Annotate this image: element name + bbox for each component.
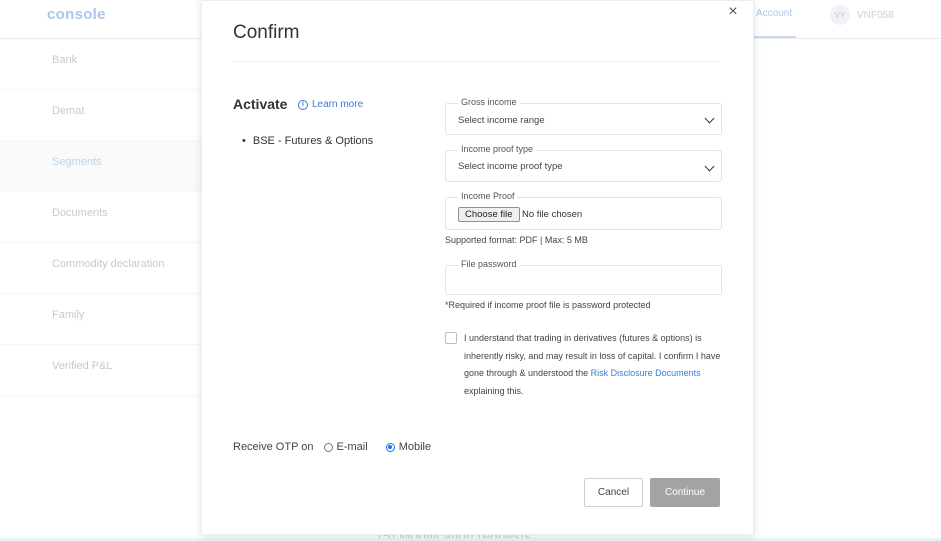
chevron-down-icon [704,113,715,124]
radio-unchecked-icon [323,442,333,452]
file-status: No file chosen [522,209,583,220]
activate-heading: Activate [233,96,288,112]
sidebar-item-verified-pnl[interactable]: Verified P&L [0,345,201,396]
password-note: *Required if income proof file is passwo… [445,300,651,310]
gross-income-label: Gross income [458,97,520,107]
modal-divider [233,61,720,62]
otp-mobile-label: Mobile [398,441,432,453]
info-icon: i [298,99,308,110]
sidebar-item-demat[interactable]: Demat [0,90,201,141]
otp-email-label: E-mail [336,441,368,453]
radio-checked-icon [385,442,395,452]
sidebar-item-family[interactable]: Family [0,294,201,345]
otp-email-radio[interactable]: E-mail [323,441,368,453]
income-proof-type-select[interactable]: Income proof type Select income proof ty… [445,144,722,182]
choose-file-button[interactable]: Choose file [458,207,520,222]
avatar: VY [830,5,850,25]
sidebar-item-documents[interactable]: Documents [0,192,201,243]
modal-title: Confirm [233,22,300,43]
income-proof-file-field: Income Proof Choose file No file chosen [445,191,722,230]
sidebar: Bank Demat Segments Documents Commodity … [0,39,201,396]
income-proof-type-value: Select income proof type [458,161,563,172]
risk-agreement-text: I understand that trading in derivatives… [464,330,726,400]
income-proof-type-label: Income proof type [458,144,537,154]
cancel-button[interactable]: Cancel [584,478,643,507]
console-logo[interactable]: console [47,6,106,23]
gross-income-value: Select income range [458,115,545,126]
user-id: VNF058 [857,9,894,21]
agreement-text-after: explaining this. [464,385,524,396]
tab-account[interactable]: Account [752,0,797,38]
file-password-label: File password [458,259,520,269]
continue-button[interactable]: Continue [650,478,720,507]
close-icon[interactable]: × [723,2,743,22]
risk-disclosure-link[interactable]: Risk Disclosure Documents [591,368,701,378]
sidebar-item-segments[interactable]: Segments [0,141,201,192]
learn-more-link[interactable]: i Learn more [298,99,363,110]
learn-more-label: Learn more [312,99,364,110]
risk-agreement-checkbox[interactable] [445,332,457,344]
otp-mobile-radio[interactable]: Mobile [385,441,432,453]
chevron-down-icon [704,161,715,172]
income-proof-label: Income Proof [458,191,518,201]
segment-item: BSE - Futures & Options [242,135,373,147]
sidebar-item-bank[interactable]: Bank [0,39,201,90]
otp-label: Receive OTP on [233,441,314,453]
file-password-input[interactable]: File password [445,259,722,295]
otp-options: Receive OTP on E-mail Mobile [233,441,449,453]
sidebar-item-commodity-declaration[interactable]: Commodity declaration [0,243,201,294]
gross-income-select[interactable]: Gross income Select income range [445,97,722,135]
supported-format-text: Supported format: PDF | Max: 5 MB [445,235,588,245]
user-menu[interactable]: VY VNF058 [830,5,894,25]
